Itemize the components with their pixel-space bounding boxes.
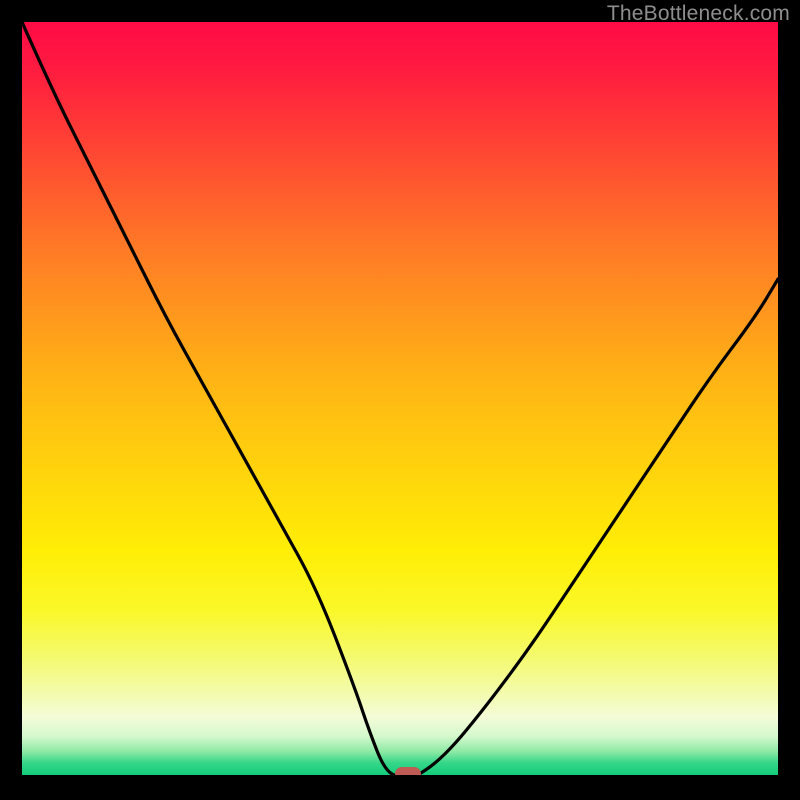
curve-path bbox=[22, 22, 778, 778]
bottleneck-curve bbox=[22, 22, 778, 778]
x-axis-baseline bbox=[22, 775, 778, 778]
plot-area bbox=[22, 22, 778, 778]
chart-frame: TheBottleneck.com bbox=[0, 0, 800, 800]
attribution-watermark: TheBottleneck.com bbox=[607, 2, 790, 26]
